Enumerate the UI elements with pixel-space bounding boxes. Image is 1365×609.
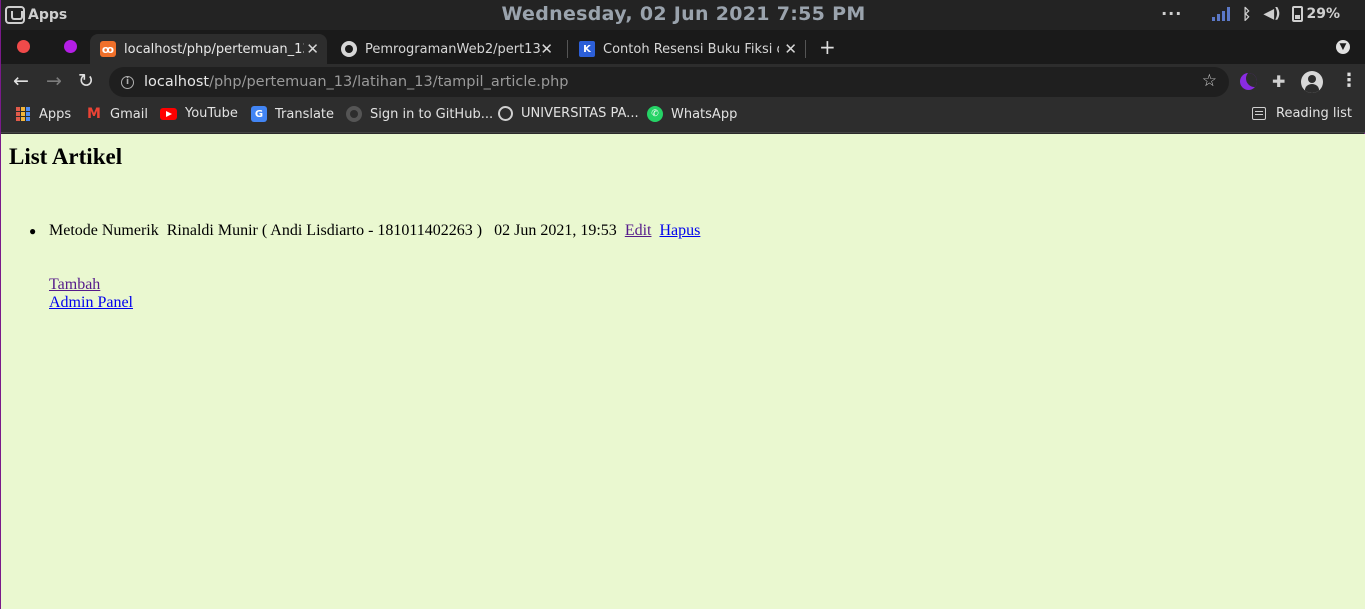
tab-resensi[interactable]: K Contoh Resensi Buku Fiksi dan ✕ [569,34,805,64]
globe-icon [498,106,513,121]
browser-toolbar: ← → ↻ i localhost/php/pertemuan_13/latih… [1,64,1365,100]
system-tray: ··· ᛒ ◀) 29% [1161,4,1340,23]
dark-mode-extension-icon[interactable] [1240,73,1257,90]
browser-tab-strip: ꝏ localhost/php/pertemuan_13/ ✕ Pemrogra… [1,30,1365,64]
article-list: ● Metode Numerik Rinaldi Munir ( Andi Li… [29,222,700,240]
youtube-icon [160,107,177,120]
battery-indicator[interactable]: 29% [1292,5,1340,22]
tab-close-icon[interactable]: ✕ [540,40,553,58]
tab-close-icon[interactable]: ✕ [306,40,319,58]
reading-list-icon [1252,107,1266,120]
whatsapp-icon: ✆ [647,106,663,122]
url-text[interactable]: localhost/php/pertemuan_13/latihan_13/ta… [144,74,569,90]
bookmarks-bar: Apps M Gmail YouTube G Translate Sign in… [1,100,1365,133]
linux-mint-icon [5,6,25,24]
delete-link[interactable]: Hapus [659,222,700,240]
bullet-icon: ● [29,224,37,238]
translate-icon: G [251,106,267,122]
page-content: List Artikel ● Metode Numerik Rinaldi Mu… [1,134,1365,609]
tab-title: PemrogramanWeb2/pert13_a [365,41,541,57]
bookmark-gmail[interactable]: M Gmail [86,106,148,122]
bookmark-youtube[interactable]: YouTube [160,106,238,121]
tab-close-icon[interactable]: ✕ [784,40,797,58]
bookmark-translate[interactable]: G Translate [251,106,334,122]
reading-list-button[interactable]: Reading list [1252,106,1352,121]
volume-icon[interactable]: ◀) [1263,6,1280,22]
battery-percent: 29% [1306,5,1340,22]
admin-panel-link[interactable]: Admin Panel [49,294,133,312]
apps-grid-icon [15,106,31,122]
gmail-icon: M [87,106,101,122]
xampp-icon: ꝏ [100,41,116,57]
os-apps-label: Apps [28,7,68,23]
bookmark-apps[interactable]: Apps [15,106,71,122]
network-signal-icon[interactable] [1212,6,1231,21]
tab-localhost[interactable]: ꝏ localhost/php/pertemuan_13/ ✕ [90,34,327,64]
add-article-link[interactable]: Tambah [49,276,133,294]
tab-title: Contoh Resensi Buku Fiksi dan [603,41,779,57]
github-icon [346,106,362,122]
k-icon: K [579,41,595,57]
bookmark-universitas[interactable]: UNIVERSITAS PA... [498,106,639,121]
tab-separator [567,40,568,58]
extensions-puzzle-icon[interactable]: ✚ [1272,72,1285,91]
edit-link[interactable]: Edit [625,222,652,240]
new-tab-button[interactable]: + [819,35,836,59]
bookmark-whatsapp[interactable]: ✆ WhatsApp [647,106,737,122]
github-icon [341,41,357,57]
window-close-button[interactable] [17,40,30,53]
bookmark-star-icon[interactable]: ☆ [1202,71,1217,91]
tab-github[interactable]: PemrogramanWeb2/pert13_a ✕ [331,34,561,64]
address-bar[interactable]: i localhost/php/pertemuan_13/latihan_13/… [109,67,1229,97]
tab-title: localhost/php/pertemuan_13/ [124,41,304,57]
tab-separator [805,40,806,58]
page-links: Tambah Admin Panel [49,276,133,312]
battery-icon [1292,5,1304,22]
browser-menu-icon[interactable]: ⋮ [1340,70,1358,91]
bookmark-github[interactable]: Sign in to GitHub... [346,106,493,122]
window-maximize-button[interactable] [64,40,77,53]
forward-arrow-icon[interactable]: → [46,70,62,92]
page-title: List Artikel [9,144,123,169]
profile-avatar-icon[interactable] [1301,71,1323,93]
os-apps-menu[interactable]: Apps [1,6,67,24]
os-top-panel: Apps Wednesday, 02 Jun 2021 7:55 PM ··· … [1,0,1365,30]
site-info-icon[interactable]: i [121,75,134,89]
list-item: ● Metode Numerik Rinaldi Munir ( Andi Li… [29,222,700,240]
reload-icon[interactable]: ↻ [78,70,94,92]
bluetooth-icon[interactable]: ᛒ [1242,5,1251,23]
tab-search-icon[interactable]: ▼ [1336,40,1350,54]
article-text: Metode Numerik Rinaldi Munir ( Andi Lisd… [49,222,625,239]
tray-more-icon[interactable]: ··· [1161,4,1182,23]
back-arrow-icon[interactable]: ← [13,70,29,92]
